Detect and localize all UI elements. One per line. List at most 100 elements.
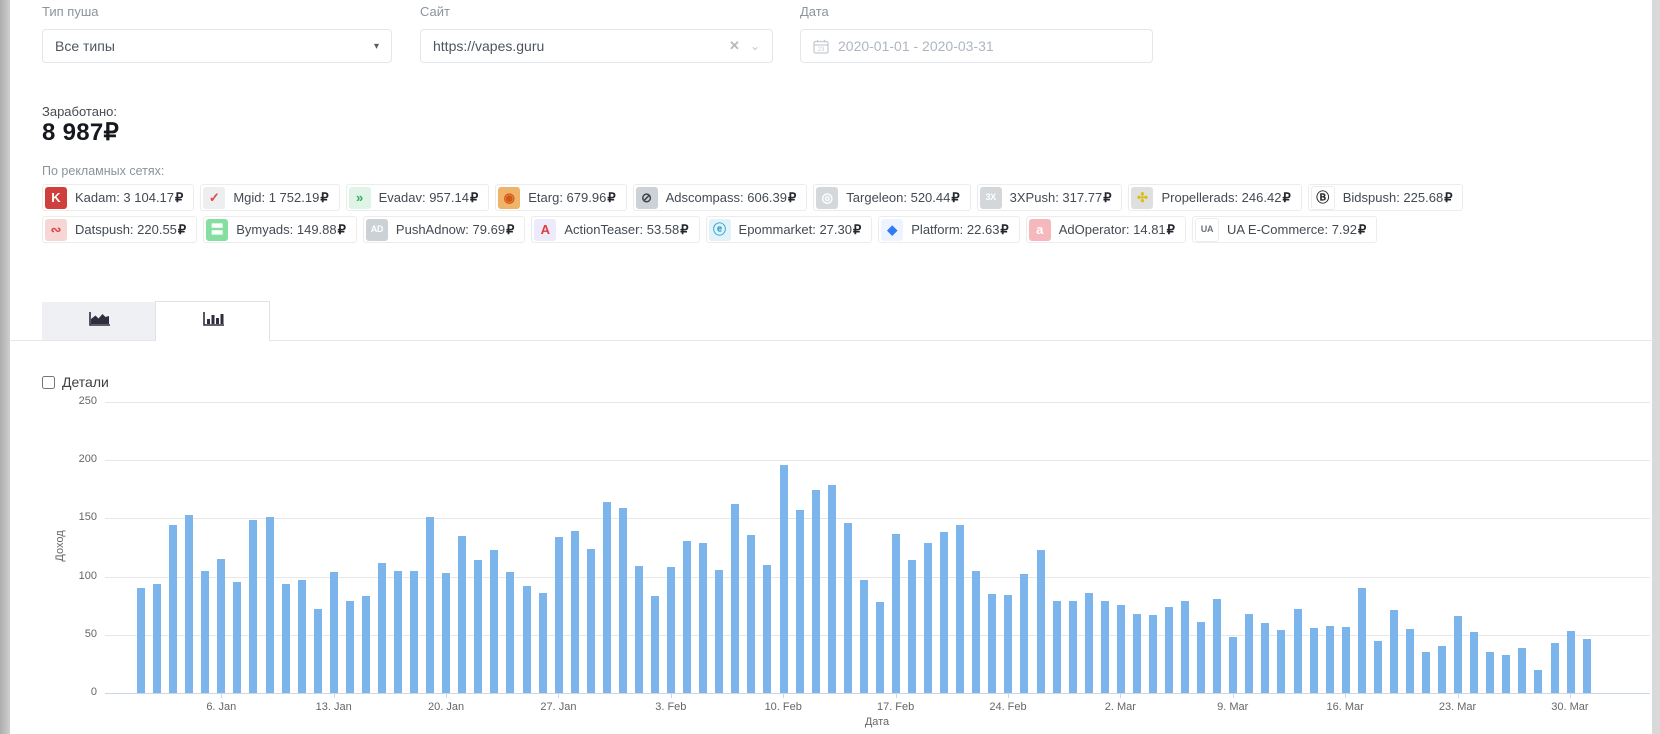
- chart-bar-day-35[interactable]: [683, 540, 692, 693]
- chevron-down-icon[interactable]: ⌄: [750, 39, 760, 53]
- tab-bar-chart[interactable]: [155, 301, 270, 341]
- network-badge-mgid[interactable]: ✓ Mgid: 1 752.19 ₽: [200, 184, 340, 211]
- chart-bar-day-10[interactable]: [281, 583, 290, 693]
- chart-bar-day-15[interactable]: [361, 596, 370, 693]
- details-checkbox[interactable]: [42, 375, 55, 389]
- chart-bar-day-53[interactable]: [972, 570, 981, 693]
- chart-bar-day-5[interactable]: [201, 570, 210, 693]
- chart-bar-day-30[interactable]: [602, 502, 611, 693]
- chart-bar-day-70[interactable]: [1245, 613, 1254, 693]
- chart-bar-day-74[interactable]: [1309, 627, 1318, 693]
- chart-bar-day-67[interactable]: [1197, 622, 1206, 693]
- chart-bar-day-7[interactable]: [233, 582, 242, 693]
- chart-bar-day-57[interactable]: [1036, 549, 1045, 693]
- network-badge-kadam[interactable]: K Kadam: 3 104.17 ₽: [42, 184, 195, 211]
- chart-bar-day-91[interactable]: [1582, 639, 1591, 693]
- network-badge-targeleon[interactable]: ◎ Targeleon: 520.44 ₽: [813, 184, 971, 211]
- chart-bar-day-51[interactable]: [940, 532, 949, 693]
- chart-bar-day-44[interactable]: [827, 484, 836, 693]
- chart-bar-day-29[interactable]: [586, 548, 595, 693]
- chart-bar-day-20[interactable]: [442, 573, 451, 693]
- chart-bar-day-18[interactable]: [410, 570, 419, 693]
- chart-bar-day-85[interactable]: [1486, 652, 1495, 693]
- chart-bar-day-23[interactable]: [490, 549, 499, 693]
- chart-bar-day-45[interactable]: [843, 523, 852, 693]
- chart-bar-day-61[interactable]: [1100, 601, 1109, 693]
- chart-bar-day-24[interactable]: [506, 571, 515, 693]
- chart-bar-day-81[interactable]: [1422, 652, 1431, 693]
- network-badge-adscompass[interactable]: ⊘ Adscompass: 606.39 ₽: [632, 184, 808, 211]
- network-badge-adoperator[interactable]: a AdOperator: 14.81 ₽: [1025, 216, 1186, 243]
- chart-bar-day-32[interactable]: [634, 566, 643, 693]
- network-badge-epommarket[interactable]: ⓔ Epommarket: 27.30 ₽: [705, 216, 873, 243]
- chart-bar-day-86[interactable]: [1502, 654, 1511, 693]
- chart-bar-day-90[interactable]: [1566, 631, 1575, 693]
- chart-bar-day-38[interactable]: [731, 504, 740, 693]
- chart-bar-day-84[interactable]: [1470, 632, 1479, 693]
- chart-bar-day-69[interactable]: [1229, 637, 1238, 693]
- chart-bar-day-33[interactable]: [651, 596, 660, 693]
- network-badge-ua-e-commerce[interactable]: UA UA E-Commerce: 7.92 ₽: [1191, 216, 1378, 243]
- chart-bar-day-46[interactable]: [859, 580, 868, 693]
- chart-bar-day-25[interactable]: [522, 585, 531, 693]
- chart-bar-day-64[interactable]: [1148, 615, 1157, 693]
- chart-bar-day-87[interactable]: [1518, 647, 1527, 693]
- chart-bar-day-89[interactable]: [1550, 642, 1559, 693]
- chart-bar-day-13[interactable]: [329, 571, 338, 693]
- chart-bar-day-66[interactable]: [1181, 601, 1190, 693]
- chart-bar-day-71[interactable]: [1261, 623, 1270, 693]
- chart-bar-day-77[interactable]: [1357, 588, 1366, 693]
- chart-bar-day-3[interactable]: [169, 525, 178, 693]
- chart-bar-day-48[interactable]: [891, 533, 900, 693]
- chart-bar-day-1[interactable]: [137, 588, 146, 693]
- details-checkbox-row[interactable]: Детали: [42, 374, 109, 390]
- chart-bar-day-21[interactable]: [458, 535, 467, 693]
- chart-bar-day-55[interactable]: [1004, 595, 1013, 693]
- chart-bar-day-41[interactable]: [779, 464, 788, 693]
- chart-bar-day-88[interactable]: [1534, 669, 1543, 693]
- chart-bar-day-27[interactable]: [554, 537, 563, 693]
- chart-bar-day-16[interactable]: [377, 562, 386, 693]
- chart-bar-day-43[interactable]: [811, 490, 820, 693]
- chart-bar-day-83[interactable]: [1454, 616, 1463, 693]
- chart-bar-day-8[interactable]: [249, 519, 258, 693]
- chart-bar-day-9[interactable]: [265, 517, 274, 693]
- chart-bar-day-12[interactable]: [313, 609, 322, 693]
- chart-bar-day-82[interactable]: [1438, 646, 1447, 693]
- network-badge-propellerads[interactable]: ✣ Propellerads: 246.42 ₽: [1128, 184, 1302, 211]
- push-type-select[interactable]: Все типы ▾: [42, 29, 392, 63]
- chart-bar-day-58[interactable]: [1052, 601, 1061, 693]
- chart-bar-day-34[interactable]: [667, 567, 676, 693]
- chart-bar-day-14[interactable]: [345, 601, 354, 693]
- chart-bar-day-17[interactable]: [394, 570, 403, 693]
- chart-bar-day-60[interactable]: [1084, 592, 1093, 693]
- network-badge-datspush[interactable]: ∾ Datspush: 220.55 ₽: [42, 216, 198, 243]
- chart-bar-day-63[interactable]: [1132, 613, 1141, 693]
- chart-bar-day-4[interactable]: [185, 514, 194, 693]
- chart-bar-day-2[interactable]: [153, 583, 162, 693]
- chart-bar-day-39[interactable]: [747, 534, 756, 693]
- chart-bar-day-76[interactable]: [1341, 626, 1350, 693]
- chart-bar-day-65[interactable]: [1165, 606, 1174, 693]
- network-badge-pushadnow[interactable]: AD PushAdnow: 79.69 ₽: [362, 216, 526, 243]
- chart-bar-day-28[interactable]: [570, 531, 579, 693]
- chart-bar-day-11[interactable]: [297, 580, 306, 693]
- network-badge-evadav[interactable]: » Evadav: 957.14 ₽: [345, 184, 490, 211]
- chart-bar-day-26[interactable]: [538, 592, 547, 693]
- tab-area-chart[interactable]: [42, 302, 155, 340]
- chart-bar-day-37[interactable]: [715, 569, 724, 693]
- chart-bar-day-72[interactable]: [1277, 630, 1286, 693]
- chart-bar-day-79[interactable]: [1389, 610, 1398, 693]
- network-badge-actionteaser[interactable]: A ActionTeaser: 53.58 ₽: [531, 216, 700, 243]
- chart-bar-day-75[interactable]: [1325, 625, 1334, 693]
- date-range-input[interactable]: 23 2020-01-01 - 2020-03-31: [800, 29, 1153, 63]
- chart-bar-day-47[interactable]: [875, 602, 884, 693]
- network-badge-3xpush[interactable]: 3X 3XPush: 317.77 ₽: [976, 184, 1123, 211]
- chart-bar-day-68[interactable]: [1213, 598, 1222, 693]
- chart-bar-day-62[interactable]: [1116, 604, 1125, 693]
- chart-bar-day-80[interactable]: [1405, 628, 1414, 693]
- chart-bar-day-36[interactable]: [699, 542, 708, 693]
- chart-bar-day-52[interactable]: [956, 525, 965, 693]
- site-select[interactable]: https://vapes.guru ✕ ⌄: [420, 29, 773, 63]
- chart-bar-day-59[interactable]: [1068, 601, 1077, 693]
